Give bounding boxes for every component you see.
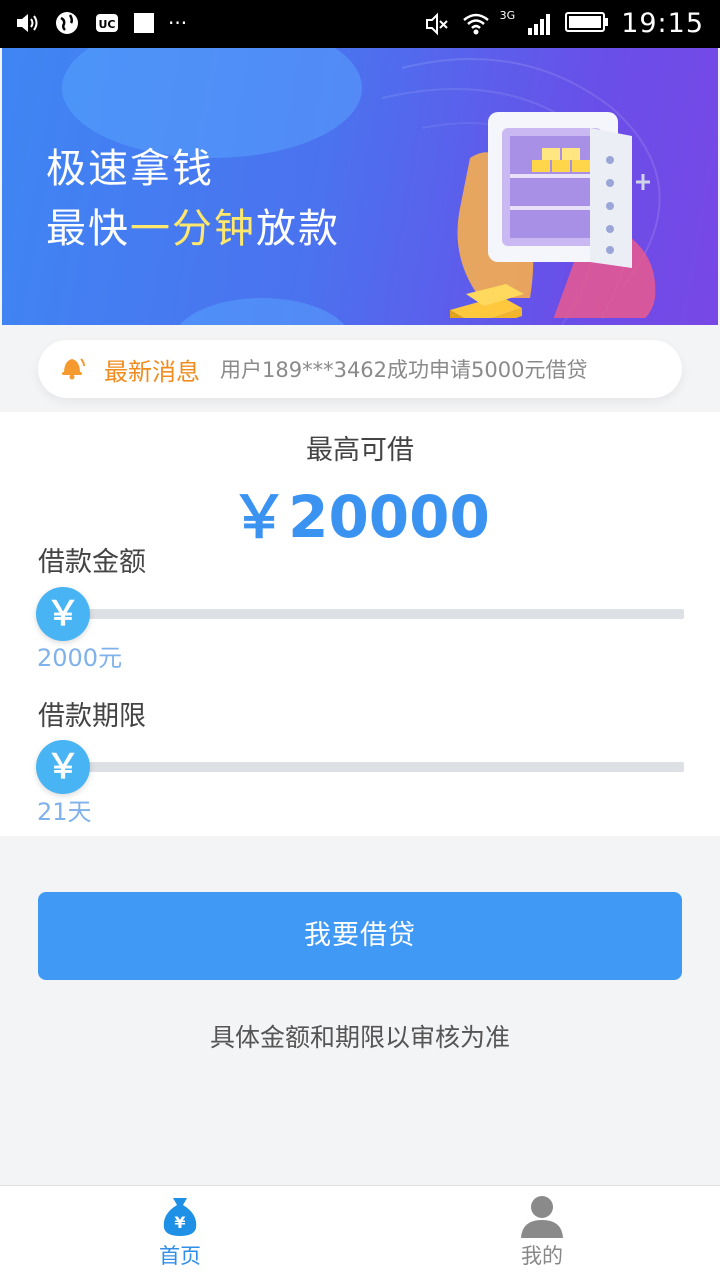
max-borrow-label: 最高可借 [306, 435, 414, 466]
square-icon [134, 13, 154, 33]
term-slider-track[interactable] [62, 762, 684, 772]
globe-icon [54, 10, 80, 36]
mute-icon [424, 11, 450, 37]
bottom-navigation: ¥ 首页 我的 [0, 1185, 720, 1280]
term-value: 21天 [37, 798, 92, 826]
notice-title: 最新消息 [104, 357, 200, 386]
wifi-icon [462, 11, 489, 37]
banner-subtitle: 最快一分钟放款 [46, 206, 340, 252]
amount-slider-track[interactable] [62, 609, 684, 619]
loan-card: 最高可借 ￥20000 借款金额 ￥ 2000元 借款期限 ￥ 21天 [0, 412, 720, 836]
amount-label: 借款金额 [38, 547, 146, 578]
user-icon [520, 1194, 564, 1238]
notification-app-icon: UC [94, 10, 120, 36]
nav-item-home[interactable]: ¥ 首页 [80, 1186, 280, 1280]
svg-text:UC: UC [98, 18, 115, 31]
notice-text: 用户189***3462成功申请5000元借贷 [220, 358, 588, 382]
term-slider-handle[interactable]: ￥ [36, 740, 90, 794]
amount-value: 2000元 [37, 644, 123, 672]
volume-icon [14, 10, 40, 36]
battery-icon [565, 9, 609, 39]
term-label: 借款期限 [38, 701, 146, 732]
nav-item-mine[interactable]: 我的 [442, 1186, 642, 1280]
nav-label-home: 首页 [159, 1244, 201, 1268]
more-dots-icon: ··· [168, 11, 188, 35]
apply-loan-button[interactable]: 我要借贷 [38, 892, 682, 980]
signal-icon [527, 11, 553, 37]
nav-label-mine: 我的 [521, 1244, 563, 1268]
money-bag-icon: ¥ [158, 1194, 202, 1238]
latest-news-ticker[interactable]: 最新消息 用户189***3462成功申请5000元借贷 [38, 340, 682, 398]
svg-text:¥: ¥ [174, 1213, 185, 1232]
network-type: 3G [499, 9, 516, 22]
status-bar: UC ··· 3G 19:15 [0, 0, 720, 48]
amount-slider-handle[interactable]: ￥ [36, 587, 90, 641]
review-hint: 具体金额和期限以审核为准 [209, 1023, 510, 1052]
bell-icon [58, 353, 86, 385]
clock: 19:15 [621, 8, 704, 39]
promo-banner[interactable]: 极速拿钱 最快一分钟放款 [2, 48, 718, 325]
banner-title: 极速拿钱 [46, 146, 214, 192]
safe-illustration [450, 112, 656, 318]
